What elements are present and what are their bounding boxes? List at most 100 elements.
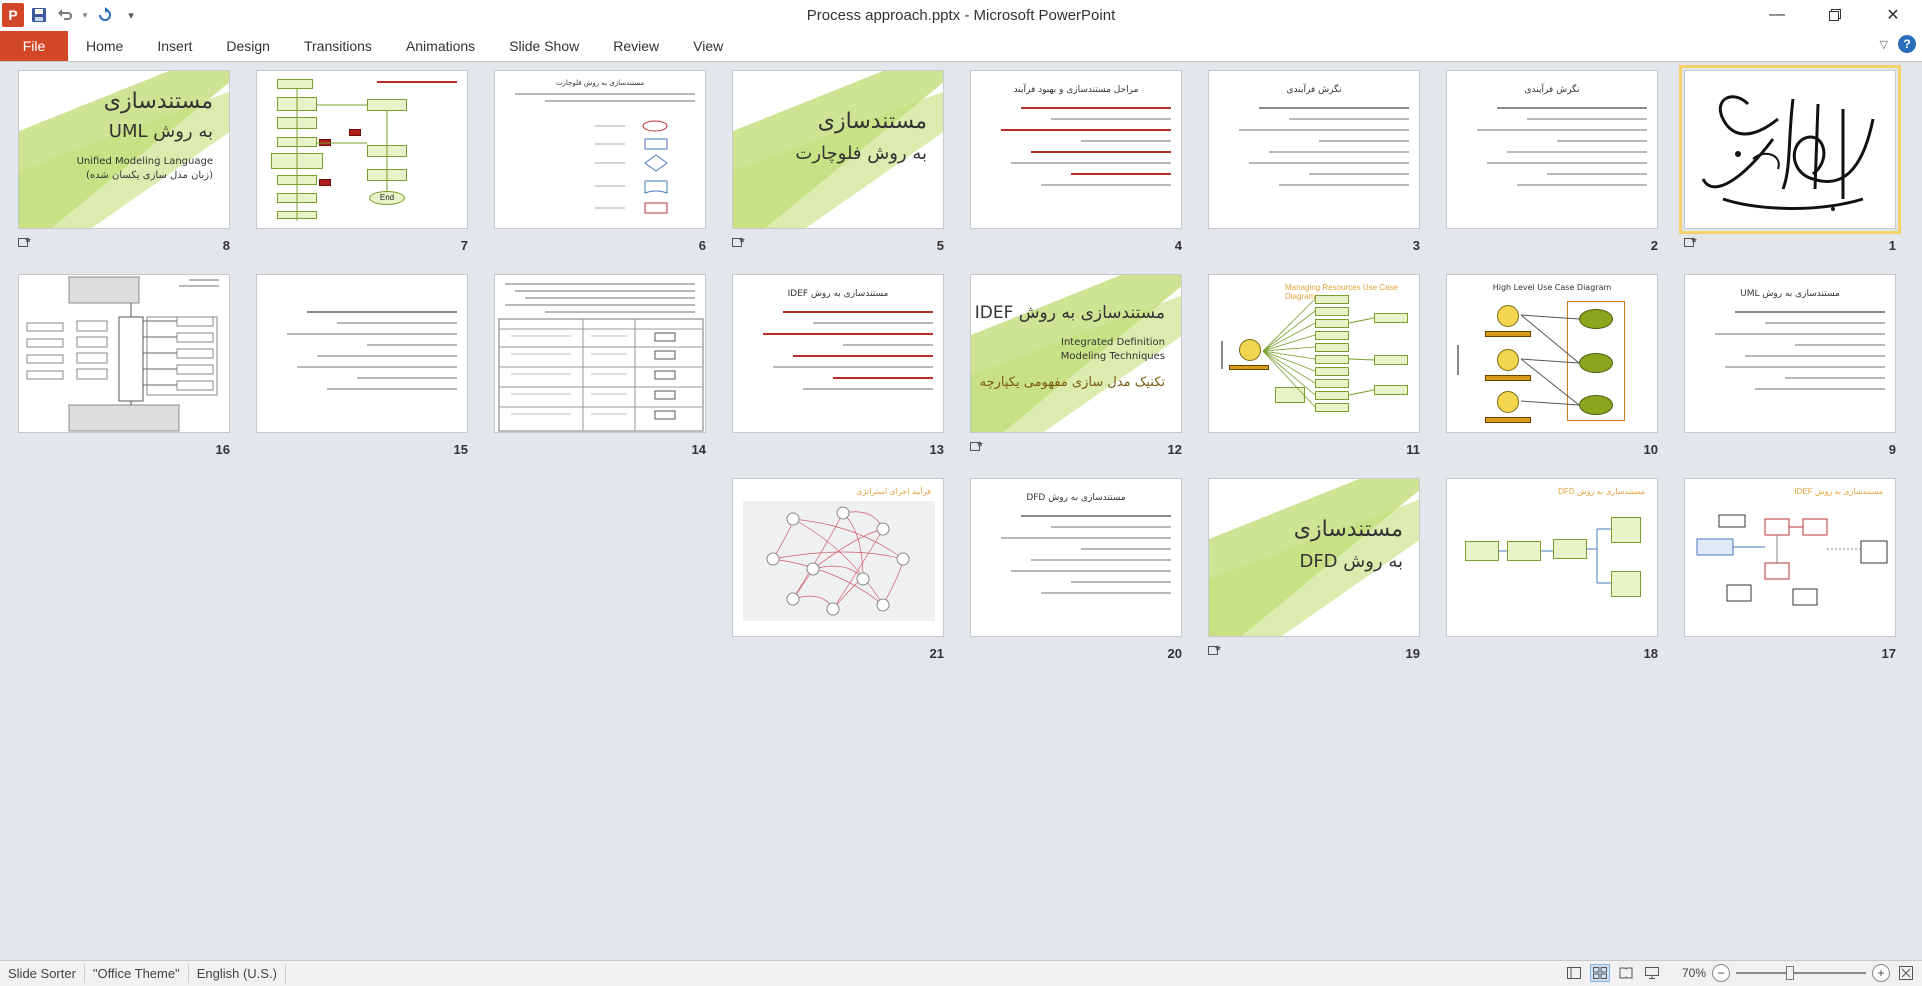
slide-thumbnail-3[interactable]: نگرش فرآیندی 3 [1208, 70, 1420, 253]
slide-preview[interactable]: مستندسازی به روش DFD [1446, 478, 1658, 637]
zoom-out-icon[interactable]: − [1712, 964, 1730, 982]
slide-thumbnail-18[interactable]: مستندسازی به روش DFD 18 [1446, 478, 1658, 661]
slide-thumbnail-21[interactable]: فرآیند اجرای استراتژی 21 [732, 478, 944, 661]
undo-icon[interactable] [54, 4, 76, 26]
slide-preview[interactable]: مستندسازی به روش DFD [970, 478, 1182, 637]
close-icon[interactable]: ✕ [1864, 0, 1922, 30]
status-language[interactable]: English (U.S.) [189, 964, 286, 983]
slide-preview[interactable]: مستندسازی به روش DFD [1208, 478, 1420, 637]
slide-thumbnail-5[interactable]: مستندسازی به روش فلوچارت 5 [732, 70, 944, 253]
slide-preview[interactable]: End [256, 70, 468, 229]
slide-thumb-text-line [1725, 366, 1885, 368]
reading-view-icon[interactable] [1616, 964, 1636, 982]
window-controls: — ✕ [1748, 0, 1922, 30]
slide-thumbnail-20[interactable]: مستندسازی به روش DFD 20 [970, 478, 1182, 661]
zoom-level[interactable]: 70% [1668, 966, 1706, 980]
tab-home[interactable]: Home [68, 31, 139, 61]
slide-preview[interactable]: مراحل مستندسازی و بهبود فرآیند [970, 70, 1182, 229]
slide-thumbnail-13[interactable]: مستندسازی به روش IDEF 13 [732, 274, 944, 457]
slide-preview[interactable] [1679, 65, 1901, 234]
powerpoint-app-icon[interactable]: P [2, 3, 24, 27]
tab-view[interactable]: View [675, 31, 739, 61]
slide-thumb-caption: Modeling Techniques [1060, 351, 1165, 362]
minimize-icon[interactable]: — [1748, 0, 1806, 30]
slide-thumb-heading: مستندسازی به روش DFD [1558, 487, 1645, 496]
transition-indicator-icon[interactable] [732, 236, 746, 251]
slide-preview[interactable] [18, 274, 230, 433]
slide-preview[interactable]: مستندسازی به روش IDEF [732, 274, 944, 433]
slide-thumb-text-line [1487, 162, 1647, 164]
slide-preview[interactable]: مستندسازی به روش UML [1684, 274, 1896, 433]
slide-thumbnail-1[interactable]: 1 [1679, 65, 1901, 253]
restore-icon[interactable] [1806, 0, 1864, 30]
slide-thumb-text-line [377, 81, 457, 83]
slide-thumbnail-11[interactable]: Managing Resources Use Case Diagram 11 [1208, 274, 1420, 457]
tab-insert[interactable]: Insert [139, 31, 208, 61]
slide-thumbnail-2[interactable]: نگرش فرآیندی 2 [1446, 70, 1658, 253]
slide-thumb-subtitle: به روش فلوچارت [795, 143, 927, 164]
use-case-oval [1579, 309, 1613, 329]
slide-preview[interactable]: مستندسازی به روش فلوچارت [732, 70, 944, 229]
zoom-slider[interactable] [1736, 966, 1866, 980]
slide-thumb-heading: نگرش فرآیندی [1524, 85, 1580, 95]
slide-number: 19 [1405, 646, 1420, 661]
ribbon-collapse-icon[interactable]: ▽ [1880, 38, 1888, 51]
slide-thumb-text-line [1765, 322, 1885, 324]
slide-preview[interactable]: High Level Use Case Diagram [1446, 274, 1658, 433]
slide-preview[interactable]: Managing Resources Use Case Diagram [1208, 274, 1420, 433]
tab-file[interactable]: File [0, 30, 68, 61]
help-icon[interactable]: ? [1898, 35, 1916, 53]
tab-animations[interactable]: Animations [388, 31, 491, 61]
slide-preview[interactable]: مستندسازی به روش IDEF [1684, 478, 1896, 637]
slide-thumbnail-4[interactable]: مراحل مستندسازی و بهبود فرآیند 4 [970, 70, 1182, 253]
zoom-slider-handle[interactable] [1786, 966, 1794, 980]
slide-preview[interactable]: نگرش فرآیندی [1208, 70, 1420, 229]
fit-to-window-icon[interactable] [1896, 964, 1916, 982]
slide-thumb-heading: مستندسازی به روش UML [1740, 289, 1840, 299]
transition-indicator-icon[interactable] [18, 236, 32, 251]
transition-indicator-icon[interactable] [1208, 644, 1222, 659]
tab-transitions[interactable]: Transitions [286, 31, 388, 61]
slide-thumbnail-10[interactable]: High Level Use Case Diagram 10 [1446, 274, 1658, 457]
slide-thumbnail-15[interactable]: 15 [256, 274, 468, 457]
slide-thumbnail-19[interactable]: مستندسازی به روش DFD 19 [1208, 478, 1420, 661]
use-case-box [1315, 307, 1349, 316]
customize-toolbar-icon[interactable]: ▾ [120, 4, 142, 26]
slide-preview[interactable] [494, 274, 706, 433]
slide-preview[interactable]: نگرش فرآیندی [1446, 70, 1658, 229]
slide-number: 21 [929, 646, 944, 661]
slide-preview[interactable]: مستندسازی به روش فلوچارت [494, 70, 706, 229]
normal-view-icon[interactable] [1564, 964, 1584, 982]
slide-thumb-title: مستندسازی به روش IDEF [974, 303, 1165, 323]
slide-thumbnail-6[interactable]: مستندسازی به روش فلوچارت 6 [494, 70, 706, 253]
slide-thumbnail-8[interactable]: مستندسازی به روش UML Unified Modeling Lang… [18, 70, 230, 253]
slide-thumb-heading: مستندسازی به روش DFD [1026, 493, 1126, 503]
undo-dropdown-icon[interactable]: ▾ [80, 4, 90, 26]
tab-design[interactable]: Design [208, 31, 286, 61]
slide-thumbnail-17[interactable]: مستندسازی به روش IDEF 17 [1684, 478, 1896, 661]
slide-preview[interactable] [256, 274, 468, 433]
slide-show-icon[interactable] [1642, 964, 1662, 982]
tab-review[interactable]: Review [595, 31, 675, 61]
transition-indicator-icon[interactable] [1684, 236, 1698, 251]
slide-thumbnail-14[interactable]: 14 [494, 274, 706, 457]
slide-thumbnail-9[interactable]: مستندسازی به روش UML 9 [1684, 274, 1896, 457]
slide-thumb-text-line [1081, 140, 1171, 142]
slide-sorter-view-icon[interactable] [1590, 964, 1610, 982]
slide-preview[interactable]: فرآیند اجرای استراتژی [732, 478, 944, 637]
slide-thumbnail-12[interactable]: مستندسازی به روش IDEF Integrated Definiti… [970, 274, 1182, 457]
flowchart-box [277, 79, 313, 89]
slide-thumbnail-7[interactable]: End 7 [256, 70, 468, 253]
flowchart-box [277, 193, 317, 203]
flowchart-box [277, 175, 317, 185]
slide-thumbnail-16[interactable]: 16 [18, 274, 230, 457]
zoom-in-icon[interactable]: + [1872, 964, 1890, 982]
slide-preview[interactable]: مستندسازی به روش IDEF Integrated Definiti… [970, 274, 1182, 433]
tab-slide-show[interactable]: Slide Show [491, 31, 595, 61]
status-theme[interactable]: "Office Theme" [85, 964, 189, 983]
slide-preview[interactable]: مستندسازی به روش UML Unified Modeling Lang… [18, 70, 230, 229]
redo-icon[interactable] [94, 4, 116, 26]
flowchart-box [367, 145, 407, 157]
save-icon[interactable] [28, 4, 50, 26]
transition-indicator-icon[interactable] [970, 440, 984, 455]
